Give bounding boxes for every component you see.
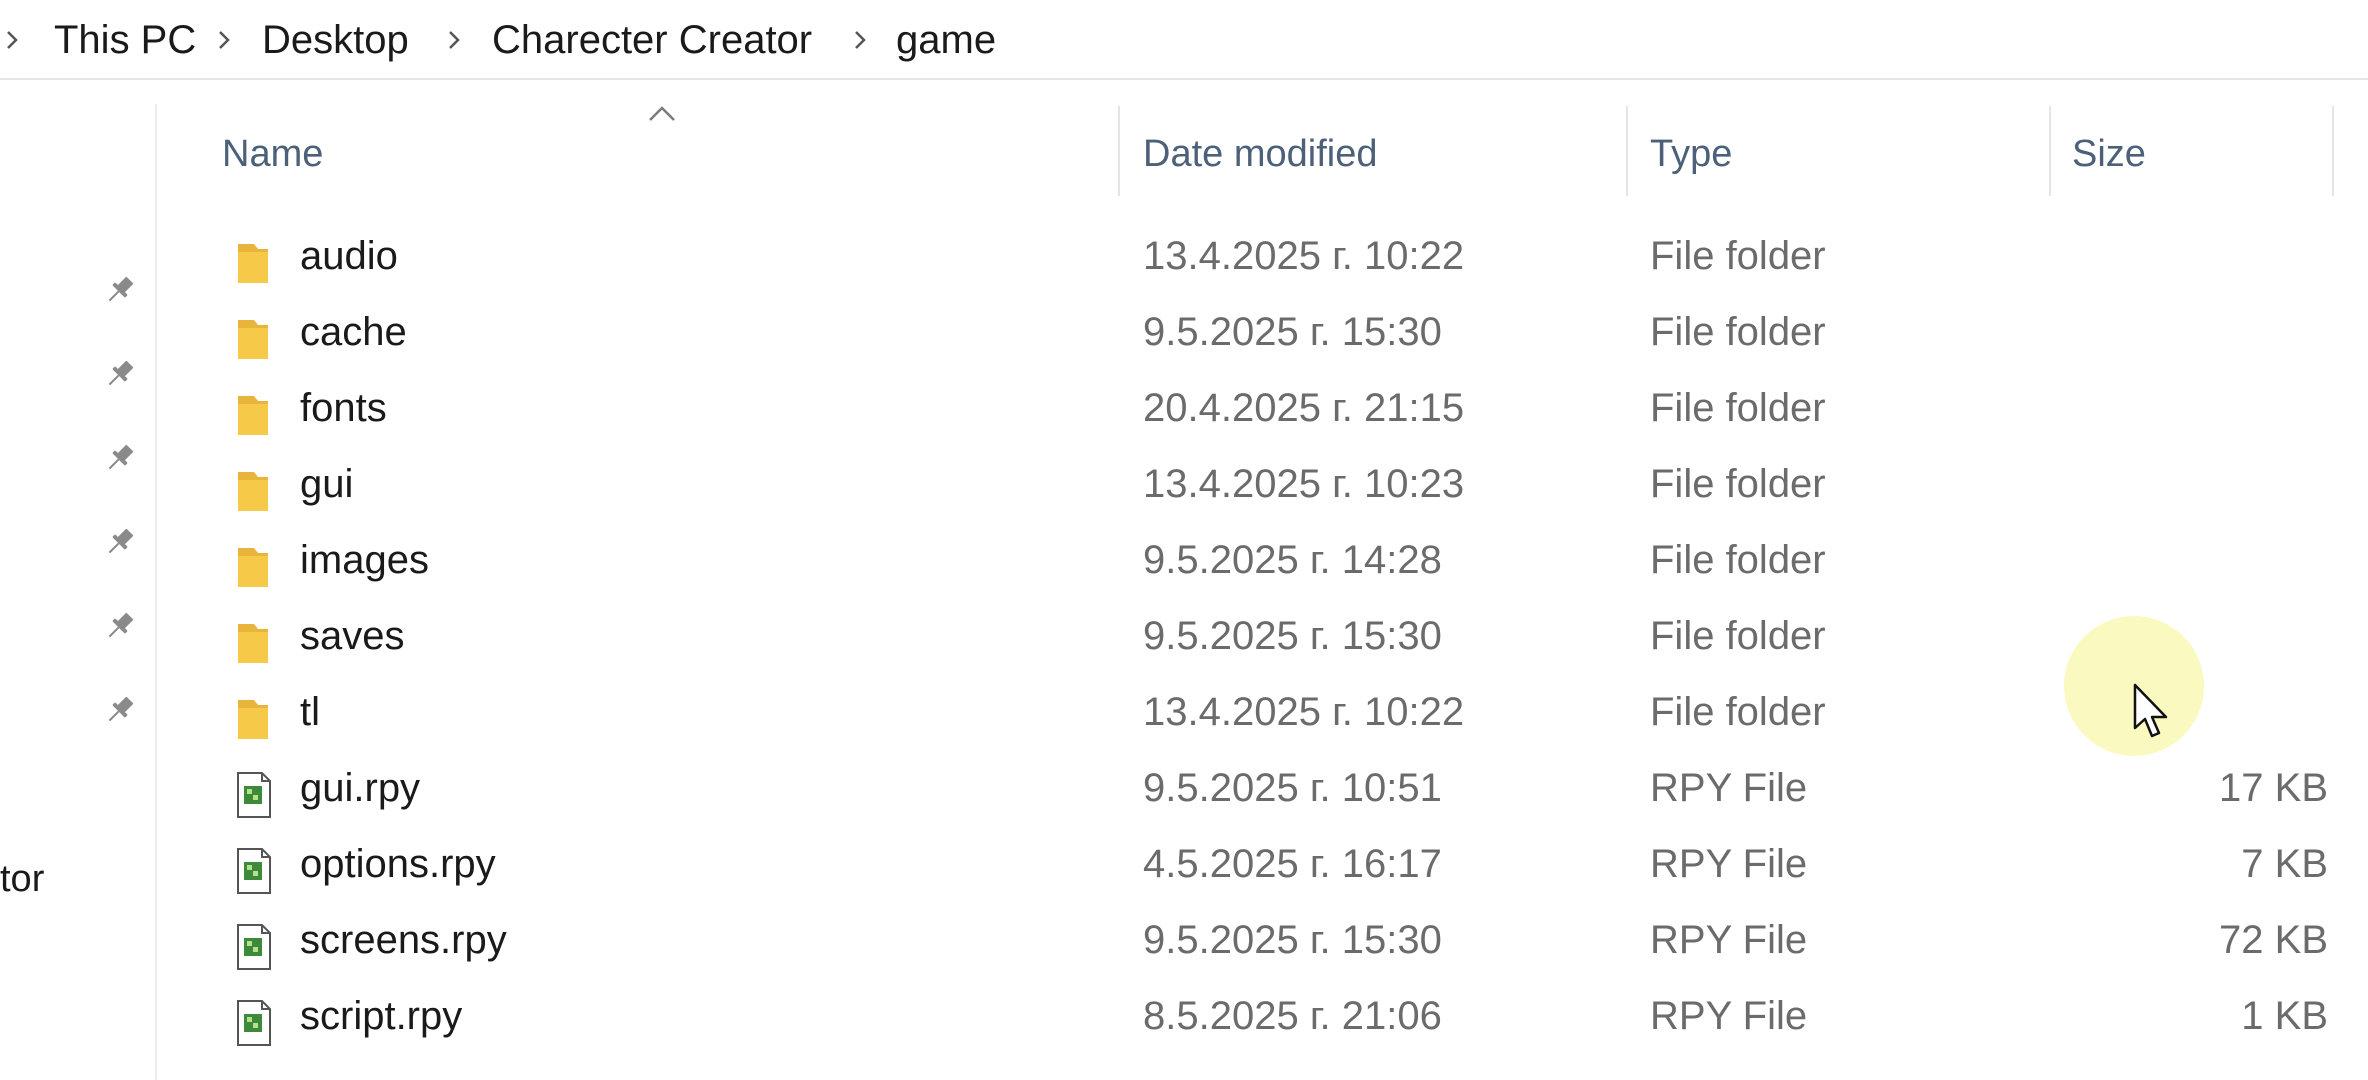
list-item[interactable]: cache 9.5.2025 г. 15:30 File folder (220, 300, 2340, 374)
file-name: cache (300, 310, 407, 354)
folder-icon (232, 390, 276, 440)
file-name: saves (300, 614, 405, 658)
list-item[interactable]: saves 9.5.2025 г. 15:30 File folder (220, 604, 2340, 678)
column-divider[interactable] (2049, 106, 2051, 196)
breadcrumb[interactable]: This PC Desktop Charecter Creator game (0, 0, 2368, 80)
folder-icon (232, 542, 276, 592)
rpy-file-icon (232, 998, 276, 1048)
breadcrumb-item-this-pc[interactable]: This PC (54, 14, 196, 66)
rpy-file-icon (232, 770, 276, 820)
file-date-modified: 13.4.2025 г. 10:22 (1143, 234, 1465, 278)
file-name: audio (300, 234, 398, 278)
pin-icon (100, 354, 140, 394)
file-date-modified: 13.4.2025 г. 10:23 (1143, 462, 1465, 506)
pin-icon (100, 438, 140, 478)
column-header-date-modified[interactable]: Date modified (1143, 126, 1377, 182)
file-type: File folder (1650, 690, 1826, 734)
file-date-modified: 9.5.2025 г. 10:51 (1143, 766, 1442, 810)
file-date-modified: 9.5.2025 г. 15:30 (1143, 310, 1442, 354)
folder-icon (232, 694, 276, 744)
folder-icon (232, 238, 276, 288)
list-item[interactable]: tl 13.4.2025 г. 10:22 File folder (220, 680, 2340, 754)
file-date-modified: 4.5.2025 г. 16:17 (1143, 842, 1442, 886)
column-header-name[interactable]: Name (222, 126, 323, 182)
file-date-modified: 9.5.2025 г. 14:28 (1143, 538, 1442, 582)
file-size: 1 KB (2241, 994, 2328, 1038)
column-divider[interactable] (1118, 106, 1120, 196)
pin-icon (100, 522, 140, 562)
file-type: File folder (1650, 462, 1826, 506)
file-date-modified: 9.5.2025 г. 15:30 (1143, 918, 1442, 962)
file-size: 72 KB (2219, 918, 2328, 962)
file-type: File folder (1650, 310, 1826, 354)
column-divider[interactable] (1626, 106, 1628, 196)
file-type: RPY File (1650, 994, 1808, 1038)
file-type: RPY File (1650, 842, 1808, 886)
pin-icon (100, 270, 140, 310)
breadcrumb-item-game[interactable]: game (896, 14, 996, 66)
file-type: File folder (1650, 234, 1826, 278)
file-date-modified: 20.4.2025 г. 21:15 (1143, 386, 1465, 430)
address-bar-divider (0, 78, 2368, 80)
file-name: tl (300, 690, 320, 734)
file-type: File folder (1650, 614, 1826, 658)
nav-item-label[interactable]: tor (0, 858, 44, 901)
file-date-modified: 9.5.2025 г. 15:30 (1143, 614, 1442, 658)
file-type: RPY File (1650, 766, 1808, 810)
sort-ascending-icon (646, 104, 678, 124)
list-item[interactable]: audio 13.4.2025 г. 10:22 File folder (220, 224, 2340, 298)
file-name: fonts (300, 386, 387, 430)
chevron-right-icon[interactable] (848, 22, 872, 58)
chevron-right-icon[interactable] (442, 22, 466, 58)
list-item[interactable]: gui 13.4.2025 г. 10:23 File folder (220, 452, 2340, 526)
column-divider[interactable] (2332, 106, 2334, 196)
file-name: images (300, 538, 429, 582)
list-item[interactable]: fonts 20.4.2025 г. 21:15 File folder (220, 376, 2340, 450)
pin-icon (100, 690, 140, 730)
file-name: gui (300, 462, 354, 506)
file-type: File folder (1650, 538, 1826, 582)
nav-pane-divider[interactable] (155, 104, 157, 1080)
rpy-file-icon (232, 922, 276, 972)
mouse-cursor-icon (2132, 682, 2170, 740)
column-header-type[interactable]: Type (1650, 126, 1732, 182)
file-date-modified: 8.5.2025 г. 21:06 (1143, 994, 1442, 1038)
file-explorer-window: This PC Desktop Charecter Creator game t… (0, 0, 2368, 1080)
rpy-file-icon (232, 846, 276, 896)
file-name: screens.rpy (300, 918, 507, 962)
folder-icon (232, 618, 276, 668)
file-size: 7 KB (2241, 842, 2328, 886)
list-item[interactable]: gui.rpy 9.5.2025 г. 10:51 RPY File 17 KB (220, 756, 2340, 830)
list-item[interactable]: script.rpy 8.5.2025 г. 21:06 RPY File 1 … (220, 984, 2340, 1058)
column-header-size[interactable]: Size (2072, 126, 2146, 182)
navigation-pane (0, 80, 156, 1080)
folder-icon (232, 466, 276, 516)
file-type: RPY File (1650, 918, 1808, 962)
list-item[interactable]: images 9.5.2025 г. 14:28 File folder (220, 528, 2340, 602)
chevron-right-icon[interactable] (212, 22, 236, 58)
pin-icon (100, 606, 140, 646)
file-type: File folder (1650, 386, 1826, 430)
file-date-modified: 13.4.2025 г. 10:22 (1143, 690, 1465, 734)
file-name: script.rpy (300, 994, 463, 1038)
breadcrumb-item-charecter-creator[interactable]: Charecter Creator (492, 14, 812, 66)
file-name: gui.rpy (300, 766, 421, 810)
file-name: options.rpy (300, 842, 496, 886)
breadcrumb-item-desktop[interactable]: Desktop (262, 14, 409, 66)
list-item[interactable]: options.rpy 4.5.2025 г. 16:17 RPY File 7… (220, 832, 2340, 906)
list-item[interactable]: screens.rpy 9.5.2025 г. 15:30 RPY File 7… (220, 908, 2340, 982)
file-size: 17 KB (2219, 766, 2328, 810)
folder-icon (232, 314, 276, 364)
chevron-right-icon[interactable] (0, 22, 24, 58)
